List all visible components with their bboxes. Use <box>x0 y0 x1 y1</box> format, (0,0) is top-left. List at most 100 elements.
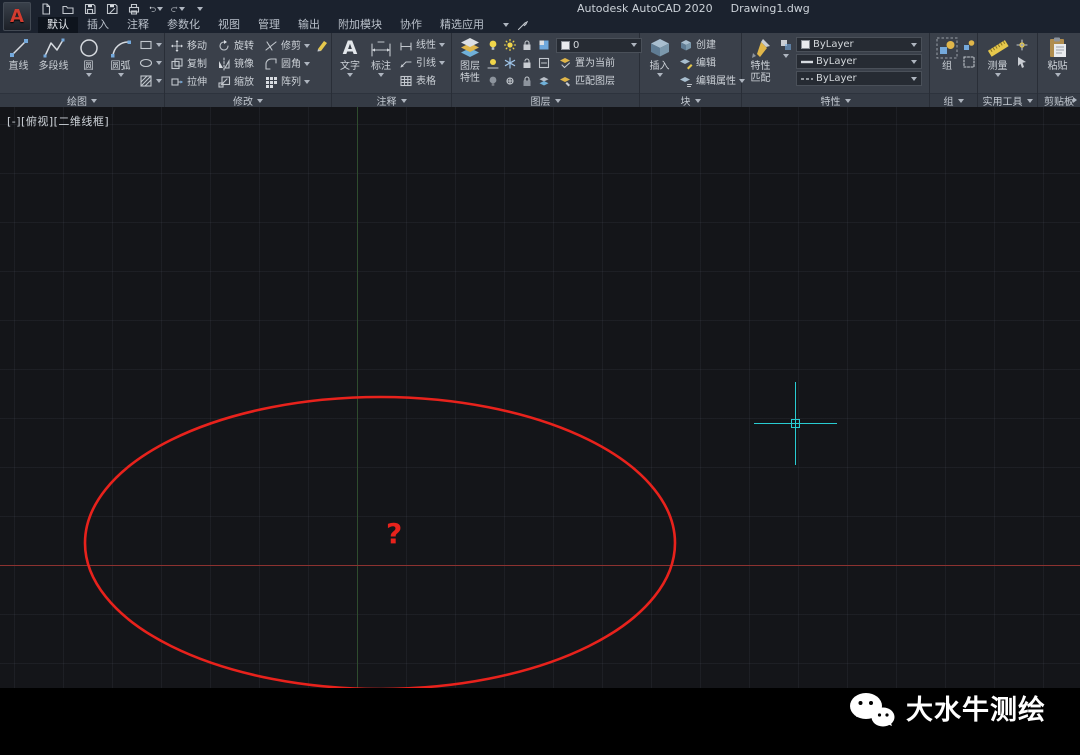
object-color-dropdown[interactable]: ByLayer <box>796 37 922 52</box>
qat-customize-button[interactable] <box>193 2 207 15</box>
crosshair-pickbox <box>791 419 800 428</box>
save-as-button[interactable] <box>105 2 119 15</box>
tool-edit-attributes[interactable]: 编辑属性 <box>677 72 747 90</box>
layer-thaw-icon[interactable] <box>503 38 517 52</box>
tool-circle[interactable]: 圆 <box>73 34 104 92</box>
tool-stretch[interactable]: 拉伸 <box>168 73 215 91</box>
panel-properties-footer[interactable]: 特性 <box>742 93 929 107</box>
ribbon-tools-icon[interactable] <box>517 20 528 31</box>
tool-create-block[interactable]: 创建 <box>677 36 747 54</box>
tool-measure[interactable]: 测量 <box>981 34 1014 92</box>
tab-featured-apps[interactable]: 精选应用 <box>431 17 493 33</box>
tool-arc[interactable]: 圆弧 <box>105 34 136 92</box>
layer-lock-fade-icon[interactable] <box>520 74 534 88</box>
group-edit-icon[interactable] <box>962 55 976 69</box>
tab-home[interactable]: 默认 <box>38 17 78 33</box>
panel-annotation-footer[interactable]: 注释 <box>332 93 451 107</box>
new-file-button[interactable] <box>39 2 53 15</box>
tool-dimension[interactable]: 标注 <box>366 34 396 92</box>
tool-line[interactable]: 直线 <box>3 34 34 92</box>
layer-off-icon[interactable] <box>486 38 500 52</box>
tool-polyline[interactable]: 多段线 <box>35 34 72 92</box>
layer-fade-icon[interactable] <box>503 74 517 88</box>
circle-icon <box>77 36 101 60</box>
tool-layer-properties[interactable]: 图层 特性 <box>455 34 485 92</box>
tool-leader[interactable]: 引线 <box>397 54 447 72</box>
panel-utilities-footer[interactable]: 实用工具 <box>978 93 1037 107</box>
tab-annotate[interactable]: 注释 <box>118 17 158 33</box>
chevron-down-icon <box>304 80 310 84</box>
tool-trim[interactable]: 修剪 <box>262 37 314 55</box>
drawing-canvas[interactable]: ? [-][俯视][二维线框] <box>0 107 1080 688</box>
save-button[interactable] <box>83 2 97 15</box>
panel-layers: 图层 特性 0 <box>452 33 640 107</box>
tab-manage[interactable]: 管理 <box>249 17 289 33</box>
autocad-app-button[interactable]: A <box>3 2 31 31</box>
layer-properties-icon <box>458 36 482 60</box>
tool-rectangle[interactable] <box>137 36 164 54</box>
ribbon-state-chevron-icon[interactable] <box>503 23 509 27</box>
ribbon-overflow-arrow-icon[interactable] <box>1073 97 1077 103</box>
lineweight-dropdown[interactable]: ByLayer <box>796 54 922 69</box>
tool-ellipse[interactable] <box>137 54 164 72</box>
layer-walk-icon[interactable] <box>537 56 551 70</box>
tool-fillet[interactable]: 圆角 <box>262 55 314 73</box>
undo-button[interactable] <box>149 2 163 15</box>
layer-on-icon[interactable] <box>486 74 500 88</box>
layer-lock-icon[interactable] <box>520 38 534 52</box>
tab-output[interactable]: 输出 <box>289 17 329 33</box>
tool-scale[interactable]: 缩放 <box>215 73 262 91</box>
layer-isolate-icon[interactable] <box>486 56 500 70</box>
tool-linear[interactable]: 线性 <box>397 36 447 54</box>
tool-table[interactable]: 表格 <box>397 72 447 90</box>
erase-icon[interactable] <box>315 38 329 52</box>
layer-color-icon[interactable] <box>537 38 551 52</box>
tool-copy[interactable]: 复制 <box>168 55 215 73</box>
chevron-down-icon <box>911 60 917 64</box>
layer-unlock-icon[interactable] <box>520 56 534 70</box>
viewport-controls[interactable]: [-][俯视][二维线框] <box>7 113 109 129</box>
tool-hatch[interactable] <box>137 72 164 90</box>
panel-block-footer[interactable]: 块 <box>640 93 741 107</box>
tool-rotate[interactable]: 旋转 <box>215 37 262 55</box>
make-current-button[interactable]: 置为当前 <box>556 54 617 72</box>
tool-group[interactable]: 组 <box>933 34 961 92</box>
quick-select-icon[interactable] <box>1015 55 1029 69</box>
tab-collaborate[interactable]: 协作 <box>391 17 431 33</box>
panel-modify-footer[interactable]: 修改 <box>165 93 331 107</box>
tool-array[interactable]: 阵列 <box>262 73 314 91</box>
panel-groups-footer[interactable]: 组 <box>930 93 977 107</box>
layer-merge-icon[interactable] <box>537 74 551 88</box>
copy-icon <box>170 57 184 71</box>
panel-layers-footer[interactable]: 图层 <box>452 93 639 107</box>
tab-insert[interactable]: 插入 <box>78 17 118 33</box>
tool-mirror[interactable]: 镜像 <box>215 55 262 73</box>
panel-label: 组 <box>944 93 954 108</box>
tab-parametric[interactable]: 参数化 <box>158 17 209 33</box>
tool-label: 修剪 <box>281 41 301 52</box>
tool-match-properties[interactable]: 特性 匹配 <box>745 34 776 92</box>
lineweight-value: ByLayer <box>816 55 908 68</box>
open-file-button[interactable] <box>61 2 75 15</box>
id-point-icon[interactable] <box>1015 38 1029 52</box>
tool-text[interactable]: A 文字 <box>335 34 365 92</box>
tool-edit-block[interactable]: 编辑 <box>677 54 747 72</box>
drawn-ellipse[interactable] <box>75 393 695 709</box>
ungroup-icon[interactable] <box>962 38 976 52</box>
match-layer-button[interactable]: 匹配图层 <box>556 72 617 90</box>
linetype-dropdown[interactable]: ByLayer <box>796 71 922 86</box>
panel-label: 块 <box>681 93 691 108</box>
tool-insert-block[interactable]: 插入 <box>643 34 676 92</box>
layer-freeze-icon[interactable] <box>503 56 517 70</box>
transparency-icon[interactable] <box>779 38 793 52</box>
tool-label: 复制 <box>187 59 207 70</box>
tab-view[interactable]: 视图 <box>209 17 249 33</box>
panel-draw-footer[interactable]: 绘图 <box>0 93 164 107</box>
layer-dropdown[interactable]: 0 <box>556 38 642 53</box>
arc-icon <box>109 36 133 60</box>
tab-addins[interactable]: 附加模块 <box>329 17 391 33</box>
redo-button[interactable] <box>171 2 185 15</box>
tool-move[interactable]: 移动 <box>168 37 215 55</box>
plot-button[interactable] <box>127 2 141 15</box>
tool-paste[interactable]: 粘贴 <box>1041 34 1074 92</box>
